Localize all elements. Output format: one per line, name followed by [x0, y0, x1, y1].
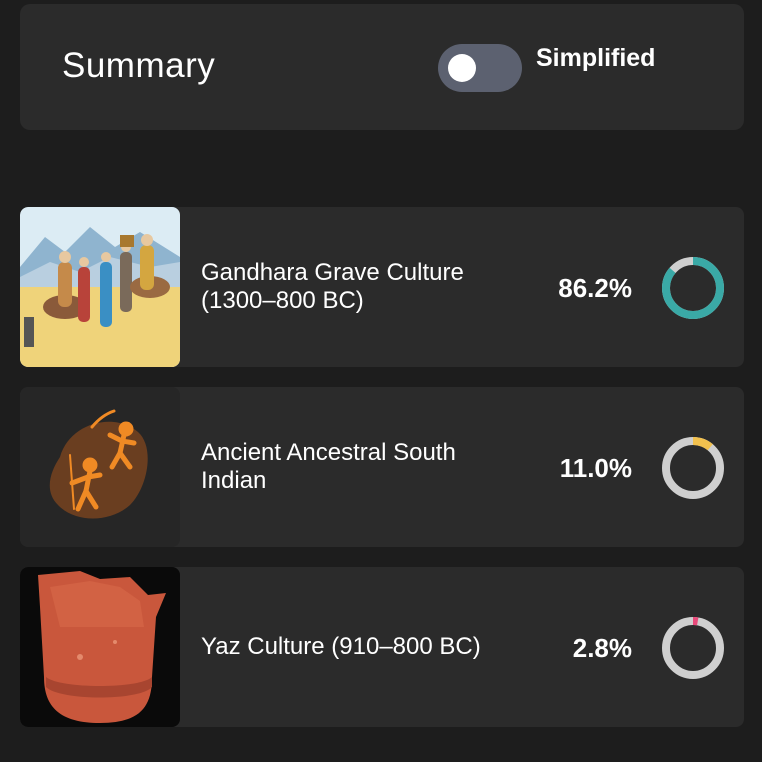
pottery-shard-image: [20, 567, 180, 727]
toggle-knob: [448, 54, 476, 82]
population-percent: 2.8%: [572, 633, 632, 663]
population-row-yaz[interactable]: Yaz Culture (910–800 BC) 2.8%: [20, 567, 744, 727]
summary-header-card: Summary Simplified: [20, 4, 744, 130]
caravan-painting-image: [20, 207, 180, 367]
population-name: Ancient Ancestral South Indian: [201, 439, 456, 494]
population-row-aasi[interactable]: Ancient Ancestral South Indian 11.0%: [20, 387, 744, 547]
population-percent: 11.0%: [559, 453, 632, 483]
donut-track: [662, 617, 724, 679]
population-name: Yaz Culture (910–800 BC): [201, 633, 481, 660]
population-name: Gandhara Grave Culture (1300–800 BC): [201, 259, 464, 314]
proportion-donut: [662, 437, 724, 499]
simplified-toggle-label: Simplified: [536, 44, 656, 72]
ancestry-summary-page: Summary Simplified Gandhara Grave Cultur…: [0, 0, 762, 762]
rock-art-hunters-image: [20, 387, 180, 547]
population-row-gandhara[interactable]: Gandhara Grave Culture (1300–800 BC) 86.…: [20, 207, 744, 367]
page-title: Summary: [62, 46, 216, 85]
population-percent: 86.2%: [558, 273, 632, 303]
proportion-donut: [662, 617, 724, 679]
proportion-donut: [662, 257, 724, 319]
donut-track: [662, 437, 724, 499]
simplified-toggle[interactable]: [438, 44, 522, 92]
